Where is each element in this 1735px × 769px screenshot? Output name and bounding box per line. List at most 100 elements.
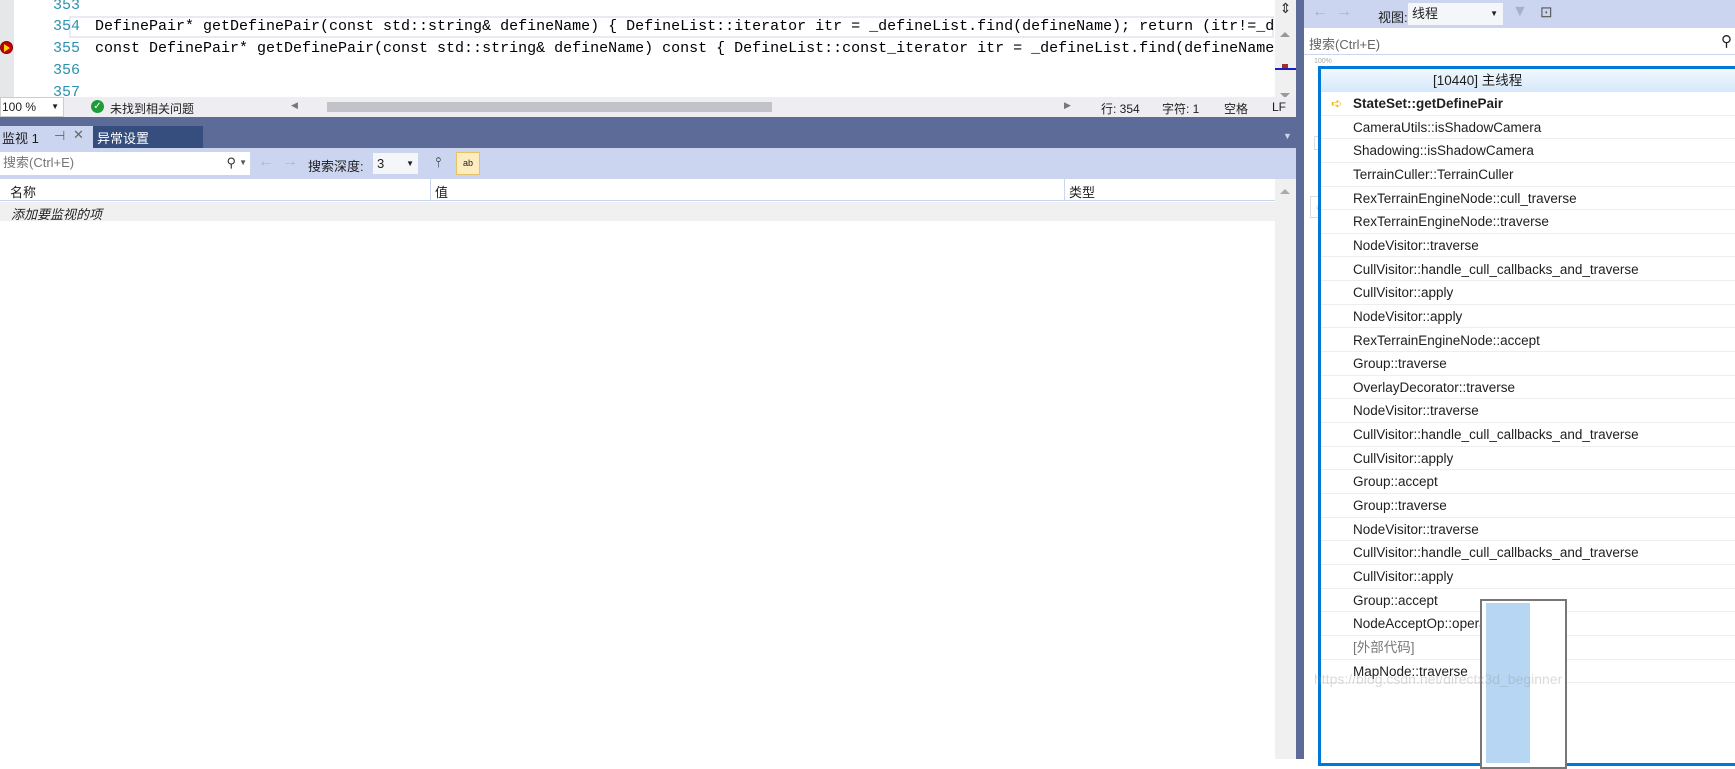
zoom-dropdown[interactable]: 100 % ▼ xyxy=(0,97,64,117)
forward-arrow-icon[interactable]: → xyxy=(282,153,298,171)
splitter[interactable] xyxy=(1296,0,1304,759)
view-value: 线程 xyxy=(1412,6,1439,21)
stack-frame[interactable]: CullVisitor::handle_cull_callbacks_and_t… xyxy=(1321,541,1735,565)
parallel-stacks-toolbar: ← → 视图: 线程 ▼ ▼ ⊡ xyxy=(1304,0,1735,28)
chevron-down-icon: ▼ xyxy=(406,159,414,168)
tab-label: 异常设置 xyxy=(97,131,150,146)
frame-label: RexTerrainEngineNode::cull_traverse xyxy=(1353,190,1577,206)
zoom-marker: 100% xyxy=(1314,58,1332,65)
frame-label: NodeVisitor::traverse xyxy=(1353,403,1479,419)
watermark: https://blog.csdn.net/directx3d_beginner xyxy=(1314,671,1563,687)
chevron-down-icon: ▼ xyxy=(51,102,59,111)
watch-vertical-scrollbar[interactable] xyxy=(1275,179,1296,759)
column-type[interactable]: 类型 xyxy=(1069,182,1095,201)
stack-frame[interactable]: NodeVisitor::traverse xyxy=(1321,399,1735,424)
tab-label: 监视 1 xyxy=(2,131,39,146)
check-icon: ✓ xyxy=(91,100,104,113)
column-name[interactable]: 名称 xyxy=(10,182,36,201)
code-editor[interactable]: 353 354 355 356 357 DefinePair* getDefin… xyxy=(0,0,1296,97)
stack-frame[interactable]: ➪ StateSet::getDefinePair xyxy=(1321,92,1735,116)
watch-column-header: 名称 值 类型 xyxy=(0,179,1275,201)
stack-frame[interactable]: CameraUtils::isShadowCamera xyxy=(1321,116,1735,140)
scroll-left-icon[interactable]: ◀ xyxy=(291,100,298,111)
search-placeholder: 搜索(Ctrl+E) xyxy=(1309,37,1381,52)
stack-frame[interactable]: CullVisitor::apply xyxy=(1321,281,1735,305)
search-depth-dropdown[interactable]: 3 ▼ xyxy=(373,153,418,174)
chevron-down-icon[interactable]: ▼ xyxy=(1283,131,1292,141)
stacks-canvas[interactable]: 100% ⤢ [10440] 主线程 ➪StateSet::getDefineP… xyxy=(1304,56,1735,769)
frame-label: CameraUtils::isShadowCamera xyxy=(1353,119,1542,135)
back-arrow-icon[interactable]: ← xyxy=(1312,3,1328,21)
thread-header: [10440] 主线程 xyxy=(1321,69,1735,92)
code-line: DefinePair* getDefinePair(const std::str… xyxy=(95,18,1296,35)
search-depth-label: 搜索深度: xyxy=(308,159,364,174)
frame-label: Group::accept xyxy=(1353,592,1438,608)
frame-label: NodeVisitor::apply xyxy=(1353,308,1463,324)
frame-label: TerrainCuller::TerrainCuller xyxy=(1353,166,1514,182)
parallel-stacks-panel: ← → 视图: 线程 ▼ ▼ ⊡ 搜索(Ctrl+E) ⚲ 100% ⤢ [104… xyxy=(1304,0,1735,769)
stack-frame[interactable]: NodeVisitor::traverse xyxy=(1321,234,1735,258)
stacks-search-input[interactable]: 搜索(Ctrl+E) ⚲ xyxy=(1304,29,1735,55)
line-number: 355 xyxy=(52,40,80,57)
scroll-right-icon[interactable]: ▶ xyxy=(1064,100,1071,111)
frame-label: Group::traverse xyxy=(1353,498,1447,514)
frame-label: OverlayDecorator::traverse xyxy=(1353,379,1516,395)
tab-exception-settings[interactable]: 异常设置 xyxy=(93,126,203,148)
stack-frame[interactable]: CullVisitor::handle_cull_callbacks_and_t… xyxy=(1321,258,1735,282)
tab-watch-1[interactable]: 监视 1 ⊣ ✕ xyxy=(0,126,93,148)
filter-icon[interactable]: ▼ xyxy=(1512,3,1528,21)
stack-frame[interactable]: Shadowing::isShadowCamera xyxy=(1321,139,1735,163)
eol-indicator[interactable]: LF xyxy=(1272,100,1286,114)
stack-frame[interactable]: Group::accept xyxy=(1321,470,1735,494)
stack-frame[interactable]: CullVisitor::apply xyxy=(1321,565,1735,589)
search-icon[interactable]: ⚲ xyxy=(1721,32,1732,50)
stack-frame[interactable]: CullVisitor::handle_cull_callbacks_and_t… xyxy=(1321,423,1735,447)
issues-status[interactable]: 未找到相关问题 xyxy=(110,100,194,117)
stack-frame[interactable]: OverlayDecorator::traverse xyxy=(1321,376,1735,400)
stack-frame[interactable]: RexTerrainEngineNode::traverse xyxy=(1321,210,1735,234)
frame-label: RexTerrainEngineNode::accept xyxy=(1353,332,1540,348)
stack-frame[interactable]: CullVisitor::apply xyxy=(1321,447,1735,471)
frame-label: CullVisitor::apply xyxy=(1353,569,1454,584)
stack-frame[interactable]: NodeVisitor::traverse xyxy=(1321,518,1735,542)
column-value[interactable]: 值 xyxy=(435,182,448,201)
pin-icon[interactable]: ⊣ xyxy=(54,128,65,144)
add-watch-item-row[interactable]: 添加要监视的项 xyxy=(0,202,1275,222)
frame-label: CullVisitor::handle_cull_callbacks_and_t… xyxy=(1353,261,1639,277)
editor-status-bar: 100 % ▼ ✓ 未找到相关问题 ◀ ▶ 行: 354 字符: 1 空格 LF xyxy=(0,97,1296,117)
stack-frame[interactable]: RexTerrainEngineNode::accept xyxy=(1321,329,1735,353)
back-arrow-icon[interactable]: ← xyxy=(258,153,274,171)
watch-toolbar: 搜索(Ctrl+E) ⚲ ▼ ← → 搜索深度: 3 ▼ ⫯ ab xyxy=(0,148,1296,179)
stack-frame[interactable]: Group::traverse xyxy=(1321,494,1735,518)
frame-label: Group::traverse xyxy=(1353,356,1447,372)
frame-label: RexTerrainEngineNode::traverse xyxy=(1353,214,1549,230)
depth-value: 3 xyxy=(377,156,385,171)
horizontal-scrollbar-thumb[interactable] xyxy=(327,102,772,112)
frame-label: [外部代码] xyxy=(1353,639,1415,655)
stack-frame[interactable]: RexTerrainEngineNode::cull_traverse xyxy=(1321,187,1735,211)
line-number: 357 xyxy=(52,84,80,97)
frame-label: StateSet::getDefinePair xyxy=(1353,96,1504,111)
chevron-down-icon[interactable]: ▼ xyxy=(239,152,247,174)
current-statement-arrow-icon xyxy=(0,41,13,54)
filter-pin-icon[interactable]: ⫯ xyxy=(435,154,441,171)
hex-display-toggle-icon[interactable]: ab xyxy=(456,152,480,175)
forward-arrow-icon[interactable]: → xyxy=(1336,3,1352,21)
spacing-indicator[interactable]: 空格 xyxy=(1224,100,1248,117)
add-watch-item-label: 添加要监视的项 xyxy=(11,207,103,222)
close-icon[interactable]: ✕ xyxy=(73,127,84,143)
view-dropdown[interactable]: 线程 ▼ xyxy=(1408,3,1503,25)
frame-label: Group::accept xyxy=(1353,474,1438,490)
code-line: const DefinePair* getDefinePair(const st… xyxy=(95,40,1296,57)
editor-vertical-scrollbar[interactable]: ⇕ xyxy=(1275,0,1296,97)
stack-frame[interactable]: Group::traverse xyxy=(1321,352,1735,376)
search-icon[interactable]: ⚲ xyxy=(226,152,236,174)
line-number: 354 xyxy=(52,18,80,35)
stack-frame[interactable]: TerrainCuller::TerrainCuller xyxy=(1321,163,1735,187)
stack-frame[interactable]: NodeVisitor::apply xyxy=(1321,305,1735,329)
watch-search-input[interactable]: 搜索(Ctrl+E) ⚲ ▼ xyxy=(0,152,250,175)
frame-label: CullVisitor::handle_cull_callbacks_and_t… xyxy=(1353,545,1639,561)
chevron-down-icon: ▼ xyxy=(1490,9,1498,18)
frame-label: NodeVisitor::traverse xyxy=(1353,521,1479,537)
method-view-icon[interactable]: ⊡ xyxy=(1540,3,1553,21)
